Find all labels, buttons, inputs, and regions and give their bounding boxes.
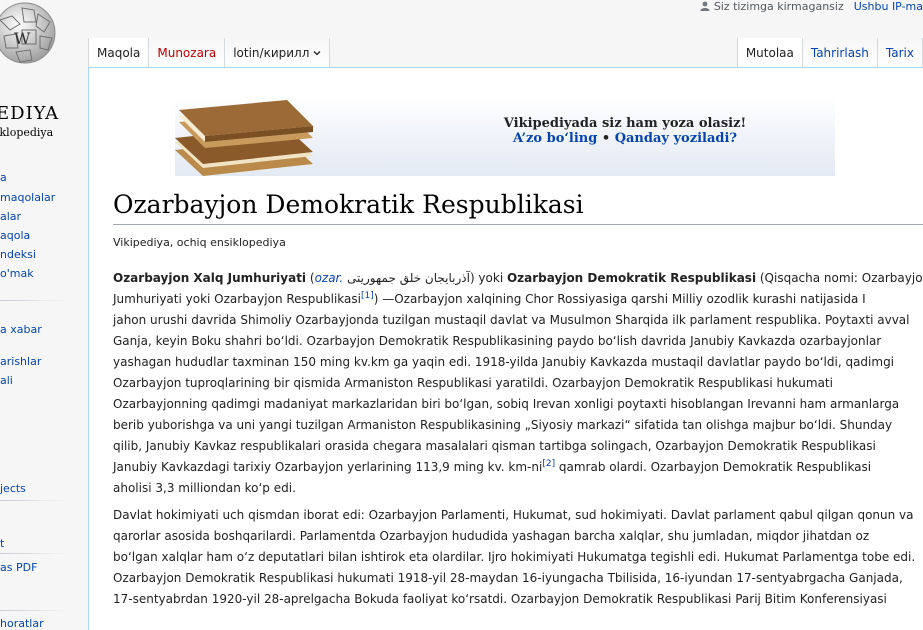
sidebar-item[interactable]: t [0,537,4,550]
text-line: berib yuborishga va uni yangi tuzilgan A… [113,418,893,432]
sidebar-item[interactable]: ali [0,374,13,387]
text-line: qarorlar asosida boshqarilardi. Parlamen… [113,529,870,543]
sidebar-item[interactable]: ndeksi [0,248,36,261]
text-line: Ozarbayjon tuproqlarining bir qismida Ar… [113,376,833,390]
article-paragraph: Ozarbayjon Xalq Jumhuriyati (ozar. آذربا… [113,268,923,499]
site-subtitle: Vikipediya, ochiq ensiklopediya [113,236,286,249]
view-tabs: Mutolaa Tahrirlash Tarix [736,38,923,68]
chevron-down-icon [313,51,321,56]
text-line: Janubiy Kavkazdagi tarixiy Ozarbayjon ye… [113,459,872,475]
how-to-write-link[interactable]: Qanday yoziladi? [615,131,737,146]
personal-tools: Siz tizimga kirmagansiz Ushbu IP-ma [700,0,923,14]
text-line: Ozarbayjon Xalq Jumhuriyati (ozar. آذربا… [113,271,923,285]
sidebar-item[interactable]: horatlar [0,617,44,630]
article-paragraph: Davlat hokimiyati uch qismdan iborat edi… [113,505,917,610]
content-area: Vikipediyada siz ham yoza olasiz! A’zo b… [88,67,923,630]
sidebar-item[interactable]: jects [0,482,26,495]
banner-text: Vikipediyada siz ham yoza olasiz! A’zo b… [425,116,825,146]
sidebar-separator [0,300,68,301]
sidebar-item[interactable]: a [0,171,7,184]
reference-link[interactable]: [1] [361,291,374,301]
sidebar-item[interactable]: maqolalar [0,191,55,204]
text-line: yashagan hududlar taxminan 150 ming kv.k… [113,355,895,369]
banner-separator: • [601,131,611,146]
reference-link[interactable]: [2] [542,459,555,469]
lang-link[interactable]: ozar. [315,271,344,285]
text-line: jahon urushi davrida Shimoliy Ozarbayjon… [113,313,910,327]
text-line: Ozarbayjon Demokratik Respublikasi hukum… [113,571,903,585]
text-line: qilib, Janubiy Kavkaz respublikalari ora… [113,439,876,453]
sidebar-item[interactable]: as PDF [0,561,37,574]
sidebar-item[interactable]: alar [0,210,21,223]
user-icon [700,1,710,11]
text-line: 17-sentyabrdan 1920-yil 28-aprelgacha Bo… [113,592,887,606]
tab-history[interactable]: Tarix [877,38,923,68]
text-line: bo‘lgan xalqlar ham o‘z deputatlari bila… [113,550,916,564]
sidebar-item[interactable]: aqola [0,229,30,242]
text-line: Ozarbayjonning qadimgi madaniyat markazl… [113,397,900,411]
text-line: Davlat hokimiyati uch qismdan iborat edi… [113,508,914,522]
tab-variant-dropdown[interactable]: lotin/кирилл [225,38,331,68]
page-title: Ozarbayjon Demokratik Respublikasi [113,188,923,225]
tab-talk[interactable]: Munozara [149,38,226,68]
sidebar-item[interactable]: arishlar [0,355,41,368]
sidebar: a maqolalar alar aqola ndeksi o'mak a xa… [0,0,80,630]
text-line: Ganja, keyin Boku shahri bo‘ldi. Ozarbay… [113,334,882,348]
banner-links: A’zo bo‘ling • Qanday yoziladi? [425,131,825,146]
sidebar-separator [0,500,68,501]
tab-edit[interactable]: Tahrirlash [802,38,878,68]
tab-read[interactable]: Mutolaa [736,38,803,68]
books-icon [175,100,313,176]
text-line: aholisi 3,3 milliondan ko‘p edi. [113,481,296,495]
join-link[interactable]: A’zo bo‘ling [513,131,597,146]
sidebar-item[interactable]: a xabar [0,323,42,336]
not-logged-in-text: Siz tizimga kirmagansiz [713,0,844,13]
sidebar-separator [0,610,68,611]
sidebar-item[interactable]: o'mak [0,267,34,280]
ip-talk-link[interactable]: Ushbu IP-ma [854,0,923,13]
variant-label: lotin/кирилл [233,46,310,60]
text-line: Jumhuriyati yoki Ozarbayjon Respublikasi… [113,291,866,307]
namespace-tabs: Maqola Munozara lotin/кирилл [88,38,331,68]
tab-article[interactable]: Maqola [88,38,150,68]
banner-headline: Vikipediyada siz ham yoza olasiz! [503,116,747,131]
site-notice-banner: Vikipediyada siz ham yoza olasiz! A’zo b… [175,98,835,176]
sidebar-separator [0,553,68,554]
article-body: Ozarbayjon Xalq Jumhuriyati (ozar. آذربا… [113,268,923,616]
